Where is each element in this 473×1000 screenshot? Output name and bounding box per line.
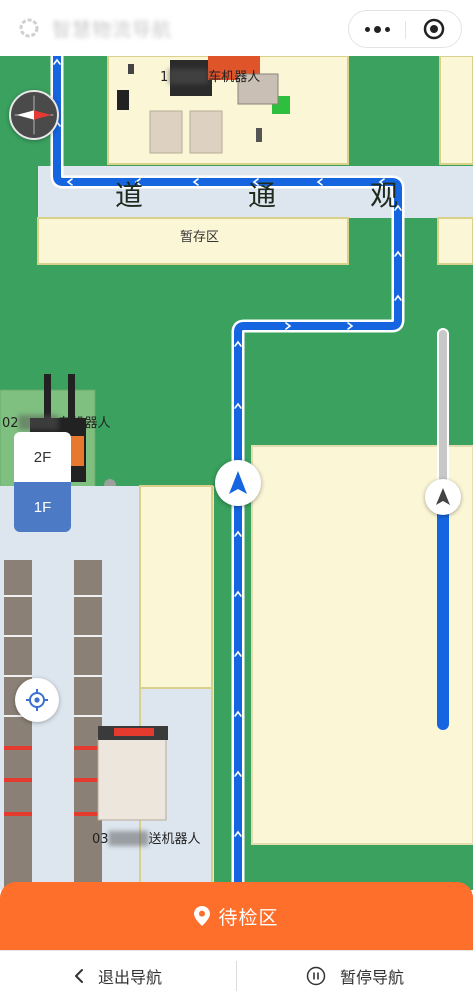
robot-label-blurred: ▒▒▒▒: [168, 70, 209, 85]
robot-label-blurred: ▒▒▒▒: [108, 832, 149, 847]
zone-label-temp-storage: 暂存区: [180, 230, 220, 245]
destination-label: 待检区: [218, 906, 279, 929]
robot-label-prefix: 02: [2, 416, 19, 431]
road-label-char: 通: [248, 179, 277, 212]
pause-navigation-label: 暂停导航: [339, 968, 404, 987]
location-pin-icon: [194, 906, 211, 926]
top-bar: 智慧物流导航: [0, 0, 473, 56]
chevron-left-icon: [74, 969, 83, 983]
robot-label-blurred: ▒▒▒▒: [18, 416, 59, 431]
pause-navigation-button[interactable]: 暂停导航: [237, 951, 473, 1000]
robot-label-prefix: 03: [92, 832, 109, 847]
app-logo-icon: [19, 18, 39, 38]
locate-crosshair-icon: [26, 689, 48, 711]
current-position-marker: [215, 460, 261, 506]
app-title: 智慧物流导航: [52, 19, 173, 41]
bottom-action-bar: 退出导航 暂停导航: [0, 950, 473, 1000]
zoom-slider[interactable]: [425, 328, 461, 730]
more-dots-icon[interactable]: [349, 11, 405, 47]
robot-label[interactable]: 02▒▒▒▒车机器人: [2, 412, 111, 431]
exit-navigation-button[interactable]: 退出导航: [0, 951, 236, 1000]
road-label-char: 观: [370, 179, 399, 212]
exit-navigation-label: 退出导航: [97, 968, 162, 987]
zoom-fill: [437, 496, 449, 730]
zoom-handle[interactable]: [425, 478, 461, 515]
destination-bar[interactable]: 待检区: [0, 882, 473, 950]
floor-button-1f[interactable]: 1F: [14, 482, 71, 532]
miniprogram-capsule: [348, 10, 462, 48]
locate-button[interactable]: [15, 678, 59, 722]
indoor-map[interactable]: 道 通 观 暂存区 1▒▒▒▒车机器人 02▒▒▒▒车机器人 03▒▒▒▒送机器…: [0, 56, 473, 890]
robot-label-suffix: 车机器人: [58, 416, 111, 431]
robot-label[interactable]: 1▒▒▒▒车机器人: [160, 66, 260, 85]
pause-circle-icon: [306, 966, 326, 986]
compass-icon[interactable]: [9, 90, 59, 140]
floor-button-2f[interactable]: 2F: [14, 432, 71, 482]
navigation-arrow-icon: [229, 471, 247, 494]
floor-switcher: 2F 1F: [14, 432, 71, 532]
robot-label[interactable]: 03▒▒▒▒送机器人: [92, 828, 201, 847]
miniprogram-close-icon[interactable]: [406, 11, 462, 47]
robot-label-suffix: 车机器人: [208, 70, 261, 85]
zoom-handle-arrow-icon: [436, 487, 450, 505]
robot-label-suffix: 送机器人: [148, 832, 201, 847]
road-label-char: 道: [115, 179, 144, 212]
